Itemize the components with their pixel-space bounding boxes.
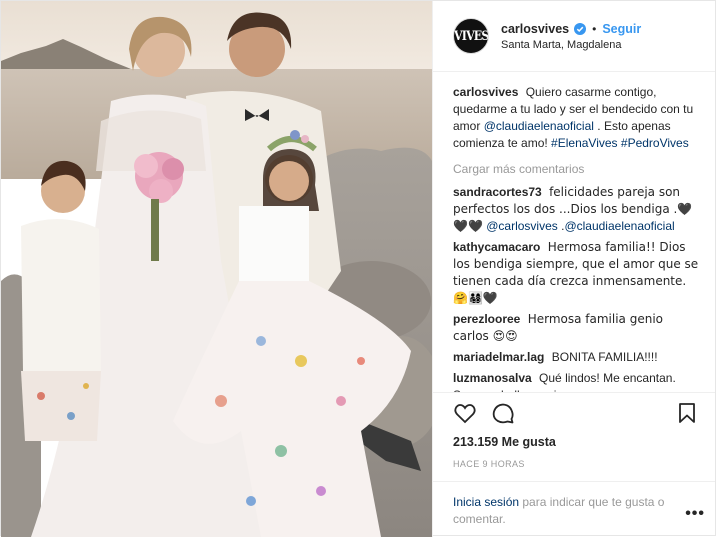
load-more-comments-button[interactable]: Cargar más comentarios [453, 162, 699, 176]
login-link[interactable]: Inicia sesión [453, 495, 519, 509]
comment-item: luzmanosalva Qué lindos! Me encantan. So… [453, 370, 699, 392]
login-prompt: Inicia sesión para indicar que te gusta … [433, 481, 715, 537]
caption-username[interactable]: carlosvives [453, 85, 518, 99]
post-actions-area: 213.159 Me gusta HACE 9 HORAS [433, 392, 715, 481]
caption-hashtag-2[interactable]: #PedroVives [621, 136, 689, 150]
comment-username[interactable]: perezlooree [453, 312, 520, 326]
author-username[interactable]: carlosvives [501, 22, 569, 36]
comments-section: carlosvives Quiero casarme contigo, qued… [433, 72, 715, 392]
post-header: VIVES carlosvives • Seguir Santa Marta, … [433, 1, 715, 72]
avatar[interactable]: VIVES [453, 18, 489, 54]
post-caption: carlosvives Quiero casarme contigo, qued… [453, 84, 699, 152]
comment-item: kathycamacaro Hermosa familia!! Dios los… [453, 239, 699, 307]
action-bar [453, 393, 699, 433]
comment-icon[interactable] [491, 401, 515, 425]
comment-item: sandracortes73 felicidades pareja son pe… [453, 184, 699, 235]
comment-username[interactable]: mariadelmar.lag [453, 350, 544, 364]
follow-button[interactable]: Seguir [602, 22, 641, 36]
avatar-logo: VIVES [453, 28, 489, 44]
likes-count[interactable]: 213.159 Me gusta [453, 435, 699, 449]
more-options-icon[interactable]: ••• [685, 505, 705, 523]
comment-username[interactable]: luzmanosalva [453, 371, 532, 385]
post-details-panel: VIVES carlosvives • Seguir Santa Marta, … [432, 1, 715, 537]
bookmark-icon[interactable] [675, 401, 699, 425]
post-photo[interactable] [1, 1, 432, 537]
comment-mention[interactable]: @carlosvives [486, 219, 558, 233]
family-beach-photo [1, 1, 432, 537]
comment-mention-2[interactable]: @claudiaelenaoficial [564, 219, 674, 233]
post-location[interactable]: Santa Marta, Magdalena [501, 39, 641, 51]
comment-username[interactable]: sandracortes73 [453, 185, 542, 199]
login-text: Inicia sesión para indicar que te gusta … [453, 494, 683, 528]
comment-item: mariadelmar.lag BONITA FAMILIA!!!! [453, 349, 699, 366]
comment-item: perezlooree Hermosa familia genio carlos… [453, 311, 699, 345]
comment-username[interactable]: kathycamacaro [453, 240, 540, 254]
verified-badge-icon [574, 22, 587, 35]
post-timestamp[interactable]: HACE 9 HORAS [453, 459, 699, 469]
instagram-post: VIVES carlosvives • Seguir Santa Marta, … [0, 0, 716, 537]
comment-text: BONITA FAMILIA!!!! [551, 350, 658, 364]
header-line: carlosvives • Seguir [501, 22, 641, 36]
heart-icon[interactable] [453, 401, 477, 425]
caption-hashtag-1[interactable]: #ElenaVives [551, 136, 618, 150]
caption-mention[interactable]: @claudiaelenaoficial [484, 119, 594, 133]
header-text: carlosvives • Seguir Santa Marta, Magdal… [501, 22, 641, 51]
header-separator: • [592, 21, 597, 36]
